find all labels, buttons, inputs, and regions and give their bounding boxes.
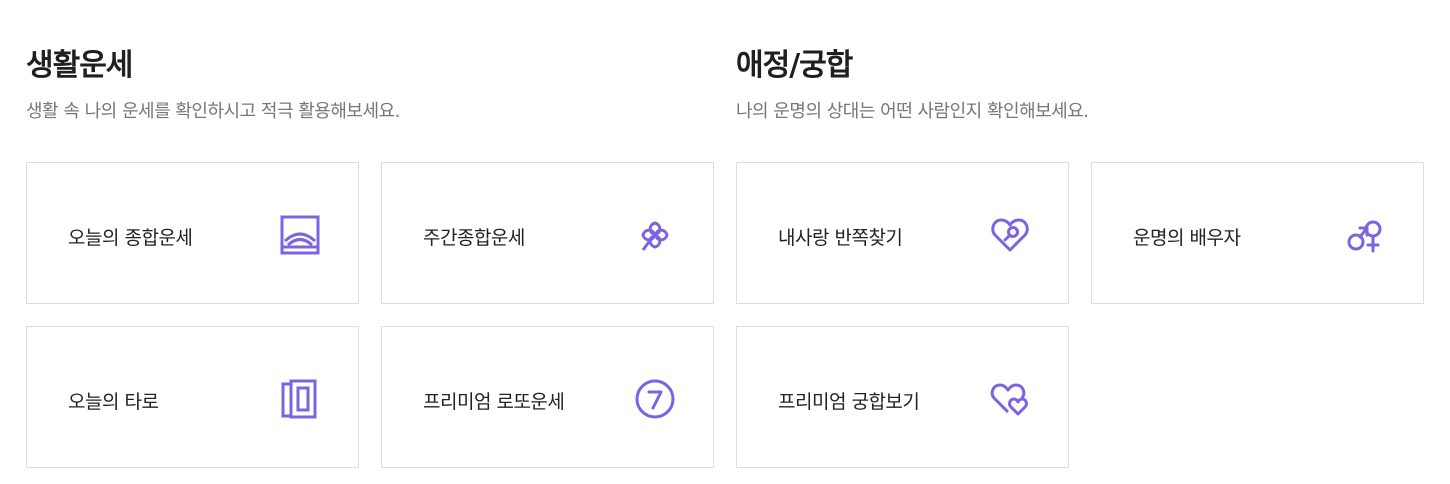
card-label: 오늘의 타로	[68, 391, 159, 413]
card-today-overall-fortune[interactable]: 오늘의 종합운세	[26, 162, 359, 304]
sunrise-icon	[279, 214, 321, 256]
card-find-soulmate[interactable]: 내사랑 반쪽찾기	[736, 162, 1069, 304]
tarot-cards-icon	[279, 378, 321, 420]
section-description: 나의 운명의 상대는 어떤 사람인지 확인해보세요.	[736, 101, 1089, 122]
card-weekly-fortune[interactable]: 주간종합운세	[381, 162, 714, 304]
card-label: 내사랑 반쪽찾기	[778, 227, 903, 249]
double-heart-icon	[989, 378, 1031, 420]
card-label: 주간종합운세	[423, 227, 525, 249]
section-title: 애정/궁합	[736, 48, 853, 83]
card-destined-spouse[interactable]: 운명의 배우자	[1091, 162, 1424, 304]
section-title: 생활운세	[26, 48, 133, 83]
card-premium-lotto-fortune[interactable]: 프리미엄 로또운세	[381, 326, 714, 468]
card-label: 프리미엄 궁합보기	[778, 391, 920, 413]
clover-icon	[634, 214, 676, 256]
card-label: 프리미엄 로또운세	[423, 391, 565, 413]
lucky-seven-icon	[634, 378, 676, 420]
card-label: 운명의 배우자	[1133, 227, 1241, 249]
male-female-icon	[1344, 214, 1386, 256]
card-premium-compatibility[interactable]: 프리미엄 궁합보기	[736, 326, 1069, 468]
section-description: 생활 속 나의 운세를 확인하시고 적극 활용해보세요.	[26, 101, 400, 122]
card-today-tarot[interactable]: 오늘의 타로	[26, 326, 359, 468]
heart-search-icon	[989, 214, 1031, 256]
card-label: 오늘의 종합운세	[68, 227, 193, 249]
